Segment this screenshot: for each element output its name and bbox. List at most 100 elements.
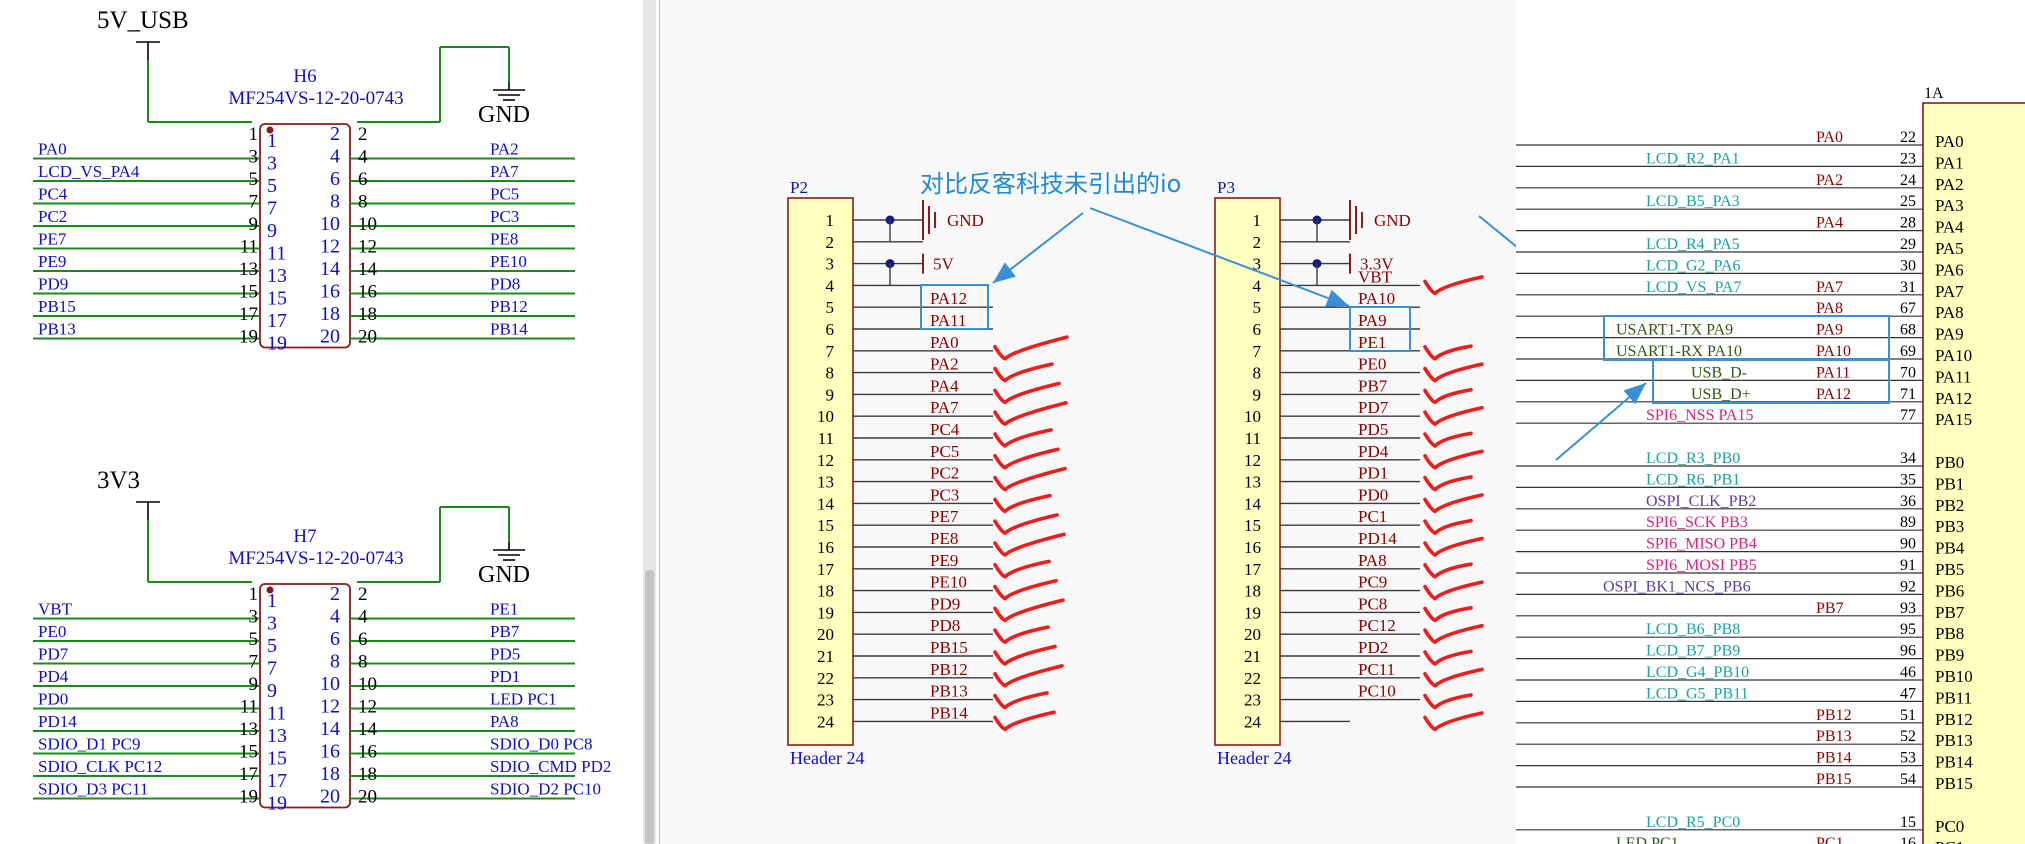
check-mark-p2 [993, 362, 1054, 383]
p2-pin-number: 10 [817, 407, 834, 426]
check-mark-p3 [1423, 449, 1484, 470]
schematic-pane-middle[interactable]: P2 Header 24 1 2 3 4 5 PA12 6 PA11 7 PA0 8 PA2 9 PA4 10 P… [659, 0, 1517, 844]
h7-right-net: SDIO_D0 PC8 [490, 735, 593, 754]
mcu-pin-name: PB13 [1935, 731, 1973, 750]
p3-power-label: 3.3V [1360, 255, 1394, 274]
p3-pin-number: 21 [1244, 647, 1261, 666]
annotation-arrow-right [1478, 215, 1516, 248]
h7-pin-inner-left: 13 [267, 725, 287, 747]
p3-pin-number: 13 [1244, 473, 1261, 492]
p2-net-label: PA11 [930, 311, 967, 330]
mcu-pin-name: PB8 [1935, 624, 1964, 643]
h6-pin-inner-right: 4 [330, 146, 340, 168]
p3-pin-number: 20 [1244, 625, 1261, 644]
h6-pin-inner-right: 10 [320, 213, 340, 235]
p3-pin-number: 2 [1253, 233, 1262, 252]
h6-left-net: PB15 [38, 297, 76, 316]
p3-pin-number: 8 [1253, 364, 1262, 383]
check-mark-p3 [1423, 344, 1473, 361]
vertical-scrollbar[interactable] [643, 0, 656, 844]
mcu-net-label: OSPI_BK1_NCS_PB6 [1603, 578, 1751, 595]
h7-pin-outer-left: 19 [239, 787, 258, 808]
h6-pin-outer-left: 1 [249, 124, 259, 145]
mcu-pin-number: 23 [1900, 150, 1916, 167]
p3-pin-number: 23 [1244, 691, 1261, 710]
h6-right-net: PB12 [490, 297, 528, 316]
h6-left-net: PC2 [38, 207, 67, 226]
mcu-net-alias: PA11 [1816, 364, 1850, 381]
mcu-pin-name: PB9 [1935, 646, 1964, 665]
mcu-pin-number: 68 [1900, 322, 1916, 339]
mcu-net-label: LCD_G5_PB11 [1646, 685, 1749, 702]
p3-footer: Header 24 [1217, 748, 1291, 768]
p2-pin-number: 12 [817, 451, 834, 470]
mcu-pin-number: 15 [1900, 814, 1916, 831]
check-mark-p2 [993, 664, 1064, 688]
h6-gnd-label: GND [478, 102, 530, 128]
h7-pin-outer-left: 1 [249, 584, 259, 605]
h6-right-net: PA7 [490, 162, 519, 181]
check-mark-p2 [993, 335, 1069, 361]
check-mark-p2 [993, 598, 1065, 623]
check-mark-p3 [1423, 405, 1484, 426]
check-mark-p2 [993, 493, 1052, 514]
check-mark-p3 [1423, 693, 1473, 710]
check-mark-p3 [1423, 606, 1473, 623]
p3-net-label: PA10 [1358, 289, 1395, 308]
mcu-pin-name: PB2 [1935, 496, 1964, 515]
mcu-pin-number: 54 [1900, 771, 1916, 788]
h6-left-net: LCD_VS_PA4 [38, 162, 140, 181]
mcu-pin-name: PA3 [1935, 196, 1964, 215]
mcu-pin-number: 47 [1900, 685, 1916, 702]
mcu-pin-name: PA9 [1935, 325, 1964, 344]
h6-pin-inner-right: 6 [330, 168, 340, 190]
p3-net-label: PD7 [1358, 398, 1389, 417]
h6-power-label: 5V_USB [97, 7, 189, 34]
mcu-pin-number: 95 [1900, 621, 1916, 638]
h6-pin-outer-right: 12 [358, 237, 377, 258]
p3-net-label: PC11 [1358, 660, 1395, 679]
h7-pin-inner-right: 4 [330, 606, 340, 628]
mcu-pin-number: 31 [1900, 279, 1916, 296]
mcu-net-label: LCD_G2_PA6 [1646, 257, 1741, 274]
mcu-pin-name: PB4 [1935, 539, 1965, 558]
scrollbar-thumb[interactable] [645, 570, 654, 844]
h7-left-net: PE0 [38, 622, 66, 641]
p3-pin-number: 5 [1253, 298, 1262, 317]
mcu-pin-number: 24 [1900, 172, 1916, 189]
h6-pin-inner-left: 13 [267, 265, 287, 287]
h6-right-net: PD8 [490, 275, 520, 294]
p3-gnd-label: GND [1374, 211, 1411, 230]
h7-pin-inner-right: 20 [320, 786, 340, 808]
schematic-pane-right[interactable]: 1A PA0 22 PA0 PA1 23 LCD_R2_PA1 PA2 24 PA2 PA3 25 LC… [1516, 0, 2025, 844]
p3-pin-number: 6 [1253, 320, 1262, 339]
check-mark-p3 [1423, 711, 1484, 732]
p2-pin-number: 13 [817, 473, 834, 492]
mcu-pin-number: 30 [1900, 257, 1916, 274]
h6-pin-inner-left: 5 [267, 175, 277, 197]
check-mark-p2 [993, 381, 1061, 405]
h7-pin-inner-right: 12 [320, 696, 340, 718]
h6-pin-inner-right: 8 [330, 191, 340, 213]
p2-net-label: PD8 [930, 616, 960, 635]
p2-pin-number: 19 [817, 603, 834, 622]
h7-pin-inner-left: 5 [267, 635, 277, 657]
check-mark-p3 [1423, 362, 1484, 383]
mcu-symbol-sheet: 1A PA0 22 PA0 PA1 23 LCD_R2_PA1 PA2 24 PA2 PA3 25 LC… [1516, 85, 2025, 844]
p2-designator: P2 [790, 178, 808, 197]
mcu-net-alias: PA4 [1816, 215, 1843, 232]
p2-net-label: PB15 [930, 638, 968, 657]
mcu-pin-number: 35 [1900, 471, 1916, 488]
h6-pin-inner-left: 15 [267, 288, 287, 310]
annotation-arrow-p3-head [1325, 289, 1349, 307]
h6-pin-outer-left: 7 [249, 192, 259, 213]
mcu-pin-number: 91 [1900, 557, 1916, 574]
mcu-net-label: OSPI_CLK_PB2 [1646, 493, 1756, 510]
schematic-pane-left[interactable]: 5V_USB GND H6 MF254VS-12-20-0743 PA0 PA2 LCD_V… [0, 0, 643, 844]
check-mark-p3 [1423, 431, 1473, 448]
mcu-net-label: USART1-RX PA10 [1616, 343, 1742, 360]
p3-net-label: PE0 [1358, 355, 1386, 374]
mcu-pin-number: 67 [1900, 300, 1916, 317]
check-mark-p2 [993, 625, 1050, 644]
mcu-net-label: LCD_R4_PA5 [1646, 236, 1740, 253]
